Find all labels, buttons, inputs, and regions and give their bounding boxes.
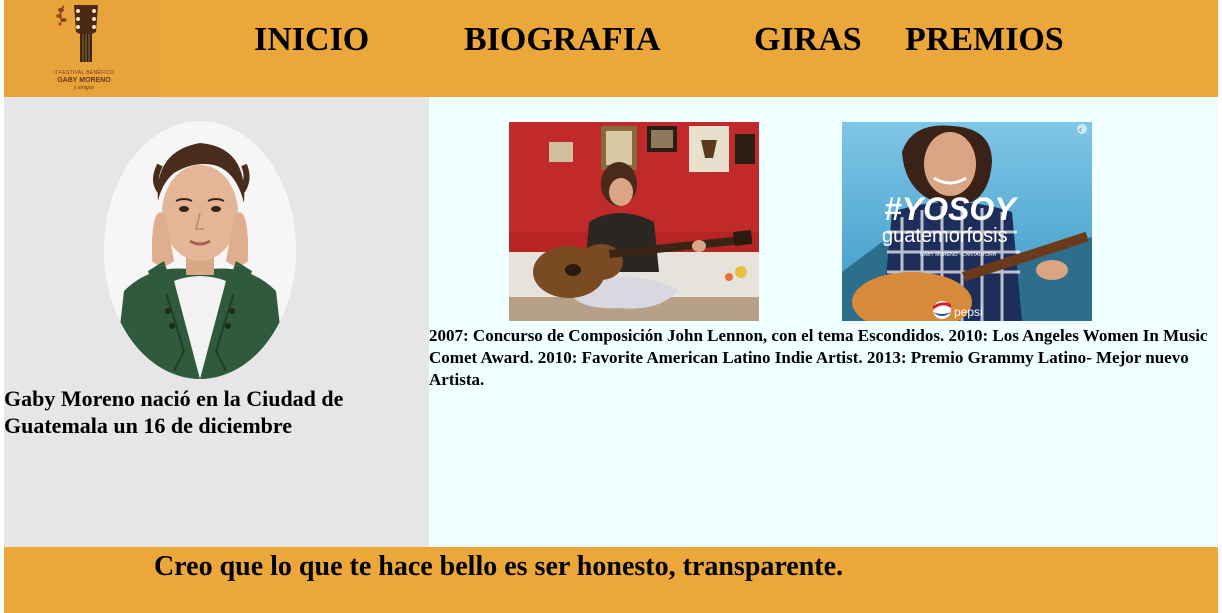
svg-text:‹: ‹ (1079, 125, 1082, 134)
site-logo[interactable]: II FESTIVAL BENÉFICO GABY MORENO y amigo… (4, 0, 161, 97)
artist-portrait (104, 121, 296, 379)
logo-subtitle: y amigos (73, 85, 94, 91)
footer-quote: Creo que lo que te hace bello es ser hon… (154, 551, 844, 582)
nav-premios[interactable]: PREMIOS (905, 20, 1064, 60)
biography-text: Gaby Moreno nació en la Ciudad de Guatem… (4, 386, 344, 438)
nav-inicio[interactable]: INICIO (254, 20, 369, 60)
svg-text:#YOSOY: #YOSOY (884, 191, 1018, 227)
nav-giras[interactable]: GIRAS (754, 20, 862, 60)
logo-festival-text: II FESTIVAL BENÉFICO (53, 70, 115, 76)
guitar-icon (56, 5, 98, 62)
campaign-poster: pepsi #YOSOY guatemorfosis GABY MORENO -… (842, 122, 1092, 321)
svg-text:pepsi: pepsi (954, 305, 983, 319)
biography-panel: Gaby Moreno nació en la Ciudad de Guatem… (4, 97, 429, 547)
awards-text: 2007: Concurso de Composición John Lenno… (429, 326, 1208, 389)
logo-title: GABY MORENO (57, 77, 111, 84)
footer-bar: Creo que lo que te hace bello es ser hon… (4, 547, 1218, 613)
svg-text:GABY MORENO - CANTAUTORA: GABY MORENO - CANTAUTORA (920, 252, 997, 258)
svg-text:guatemorfosis: guatemorfosis (882, 225, 1008, 247)
awards-panel: pepsi #YOSOY guatemorfosis GABY MORENO -… (429, 97, 1218, 547)
nav-biografia[interactable]: BIOGRAFIA (464, 20, 660, 60)
guitar-photo (509, 122, 759, 321)
